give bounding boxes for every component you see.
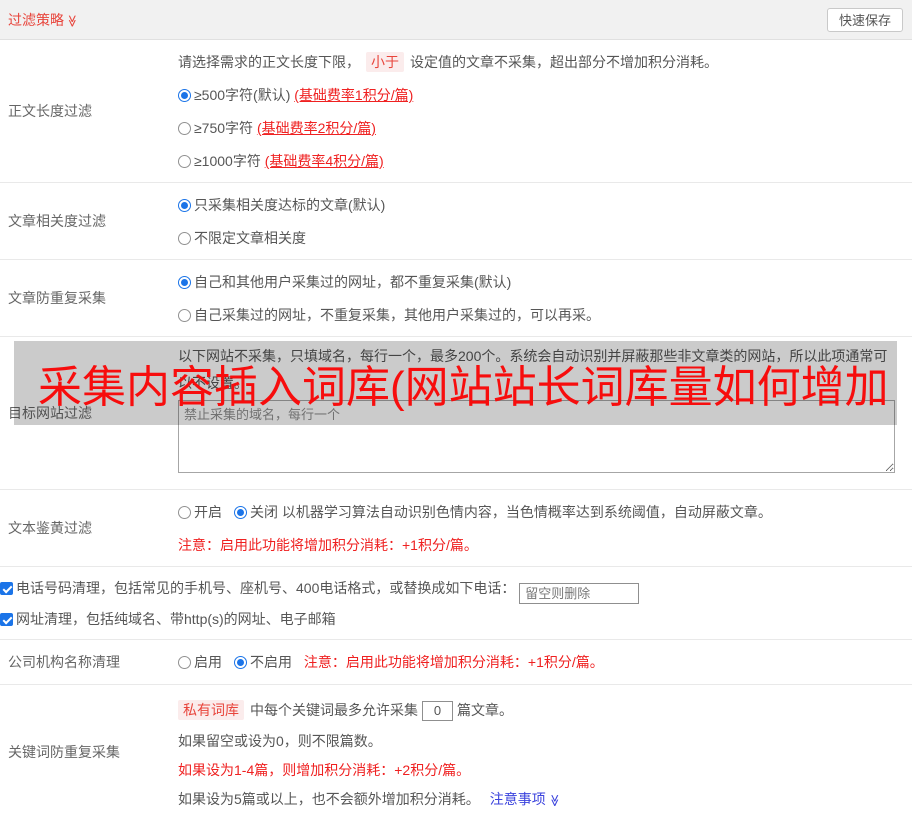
company-cost-note: 注意：启用此功能将增加积分消耗：+1积分/篇。 — [303, 654, 604, 670]
max-articles-input[interactable] — [422, 700, 453, 721]
row-label: 公司机构名称清理 — [8, 654, 120, 670]
phone-clean-option[interactable]: 电话号码清理，包括常见的手机号、座机号、400电话格式，或替换成如下电话： — [0, 580, 515, 596]
length-option-750[interactable]: ≥750字符 (基础费率2积分/篇) — [178, 112, 904, 145]
section-title-text: 过滤策略 — [8, 11, 64, 28]
radio-relevance-any-icon[interactable] — [178, 232, 191, 245]
row-keyword-dedup: 关键词防重复采集 私有词库中每个关键词最多允许采集篇文章。 如果留空或设为0，则… — [0, 685, 912, 819]
row-phone-url-cleaning: 电话号码清理，包括常见的手机号、座机号、400电话格式，或替换成如下电话： 网址… — [0, 567, 912, 640]
relevance-option-any[interactable]: 不限定文章相关度 — [178, 222, 904, 255]
row-dedup-collection: 文章防重复采集 自己和其他用户采集过的网址，都不重复采集(默认) 自己采集过的网… — [0, 260, 912, 337]
row-porn-filter: 文本鉴黄过滤 开启 关闭 以机器学习算法自动识别色情内容，当色情概率达到系统阈值，… — [0, 490, 912, 567]
url-clean-option[interactable]: 网址清理，包括纯域名、带http(s)的网址、电子邮箱 — [0, 611, 336, 627]
porn-option-off[interactable]: 关闭 — [234, 504, 278, 520]
fee-note: (基础费率1积分/篇) — [294, 87, 414, 103]
double-chevron-down-icon: ≫ — [547, 794, 562, 807]
keyword-note-cost: 如果设为1-4篇，则增加积分消耗：+2积分/篇。 — [178, 762, 471, 778]
private-lexicon-badge: 私有词库 — [178, 700, 244, 720]
row-body-length-filter: 正文长度过滤 请选择需求的正文长度下限， 小于 设定值的文章不采集，超出部分不增加积… — [0, 40, 912, 183]
row-label: 关键词防重复采集 — [8, 744, 120, 760]
radio-relevance-strict-icon[interactable] — [178, 199, 191, 212]
watermark-banner: 采集内容插入词库(网站站长词库量如何增加 — [14, 341, 897, 425]
dedup-option-global[interactable]: 自己和其他用户采集过的网址，都不重复采集(默认) — [178, 266, 904, 299]
less-than-badge: 小于 — [366, 52, 404, 72]
replacement-phone-input[interactable] — [519, 583, 640, 604]
porn-cost-note: 注意：启用此功能将增加积分消耗：+1积分/篇。 — [178, 537, 478, 553]
radio-1000-icon[interactable] — [178, 155, 191, 168]
radio-750-icon[interactable] — [178, 122, 191, 135]
dedup-option-self[interactable]: 自己采集过的网址，不重复采集，其他用户采集过的，可以再采。 — [178, 299, 904, 332]
row-relevance-filter: 文章相关度过滤 只采集相关度达标的文章(默认) 不限定文章相关度 — [0, 183, 912, 260]
row-label: 正文长度过滤 — [8, 103, 92, 119]
radio-company-on-icon[interactable] — [178, 656, 191, 669]
radio-500-icon[interactable] — [178, 89, 191, 102]
checkbox-phone-clean-icon[interactable] — [0, 582, 13, 595]
fee-note: (基础费率2积分/篇) — [256, 120, 376, 136]
relevance-option-strict[interactable]: 只采集相关度达标的文章(默认) — [178, 189, 904, 222]
notice-link[interactable]: 注意事项 ≫ — [490, 791, 562, 807]
checkbox-url-clean-icon[interactable] — [0, 613, 13, 626]
porn-description: 以机器学习算法自动识别色情内容，当色情概率达到系统阈值，自动屏蔽文章。 — [281, 504, 772, 520]
company-option-off[interactable]: 不启用 — [234, 654, 292, 670]
watermark-banner-text: 采集内容插入词库(网站站长词库量如何增加 — [38, 363, 889, 412]
radio-porn-on-icon[interactable] — [178, 506, 191, 519]
section-header: 过滤策略≫ 快速保存 — [0, 0, 912, 40]
keyword-note-zero: 如果留空或设为0，则不限篇数。 — [178, 733, 382, 749]
double-chevron-down-icon: ≫ — [65, 14, 80, 27]
radio-company-off-icon[interactable] — [234, 656, 247, 669]
company-option-on[interactable]: 启用 — [178, 654, 222, 670]
row-company-name-cleaning: 公司机构名称清理 启用 不启用 注意：启用此功能将增加积分消耗：+1积分/篇。 — [0, 640, 912, 685]
length-option-500[interactable]: ≥500字符(默认) (基础费率1积分/篇) — [178, 79, 904, 112]
fee-note: (基础费率4积分/篇) — [264, 153, 384, 169]
radio-dedup-global-icon[interactable] — [178, 276, 191, 289]
radio-dedup-self-icon[interactable] — [178, 309, 191, 322]
row-label: 文章防重复采集 — [8, 290, 106, 306]
length-intro: 请选择需求的正文长度下限， 小于 设定值的文章不采集，超出部分不增加积分消耗。 — [178, 52, 718, 72]
row-label: 文章相关度过滤 — [8, 213, 106, 229]
row-label: 文本鉴黄过滤 — [8, 520, 92, 536]
length-option-1000[interactable]: ≥1000字符 (基础费率4积分/篇) — [178, 145, 904, 178]
section-title[interactable]: 过滤策略≫ — [8, 10, 79, 30]
radio-porn-off-icon[interactable] — [234, 506, 247, 519]
quick-save-button[interactable]: 快速保存 — [826, 7, 903, 32]
porn-option-on[interactable]: 开启 — [178, 504, 222, 520]
keyword-note-five: 如果设为5篇或以上，也不会额外增加积分消耗。 — [178, 791, 480, 807]
